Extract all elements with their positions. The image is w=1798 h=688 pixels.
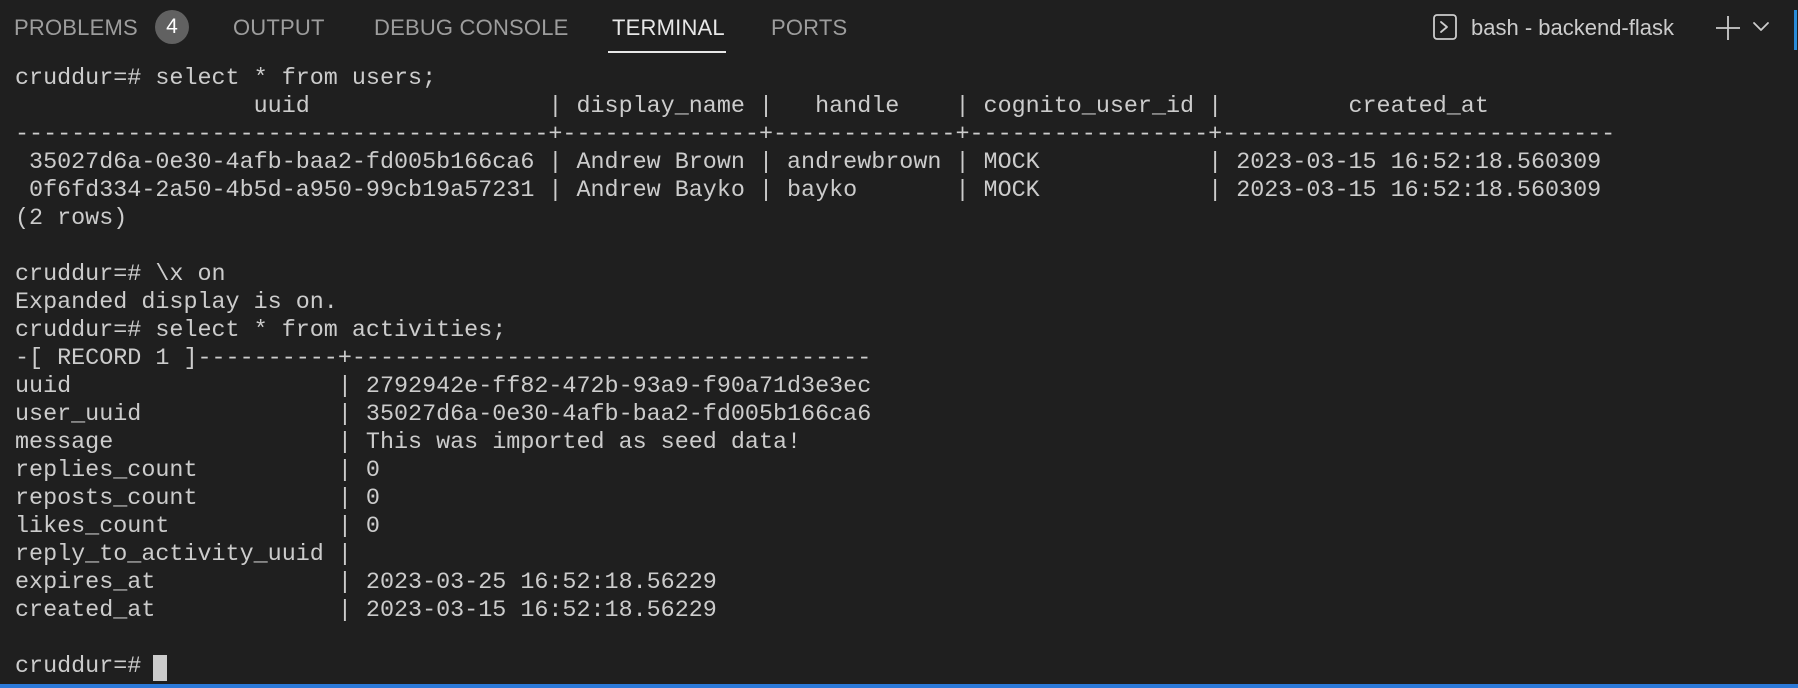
terminal-line: cruddur=# \x on — [15, 262, 226, 288]
terminal-line: Expanded display is on. — [15, 290, 338, 316]
tab-problems[interactable]: PROBLEMS — [14, 14, 138, 42]
terminal-prompt-line[interactable]: cruddur=# — [15, 653, 155, 681]
terminal-line: 35027d6a-0e30-4afb-baa2-fd005b166ca6 | A… — [15, 150, 1602, 176]
tab-terminal[interactable]: TERMINAL — [612, 14, 725, 42]
terminal-line: (2 rows) — [15, 206, 128, 232]
problems-count-badge: 4 — [155, 10, 189, 44]
terminal-icon[interactable] — [1433, 14, 1457, 40]
plus-icon[interactable] — [1713, 13, 1743, 43]
terminal-line: expires_at | 2023-03-25 16:52:18.56229 — [15, 570, 717, 596]
terminal-line: likes_count | 0 — [15, 514, 380, 540]
panel-bottom-border — [0, 684, 1798, 688]
terminal-line: replies_count | 0 — [15, 458, 380, 484]
terminal-selector-label[interactable]: bash - backend-flask — [1471, 14, 1674, 42]
terminal-line: uuid | display_name | handle | cognito_u… — [15, 94, 1489, 120]
terminal-line: cruddur=# select * from users; — [15, 66, 437, 92]
tab-debug-console[interactable]: DEBUG CONSOLE — [374, 14, 569, 42]
panel-edge-highlight — [1794, 10, 1797, 50]
terminal-line: cruddur=# select * from activities; — [15, 318, 507, 344]
terminal-line: -[ RECORD 1 ]----------+----------------… — [15, 346, 872, 372]
terminal-output[interactable]: cruddur=# select * from users; uuid | di… — [0, 60, 1798, 684]
terminal-line: user_uuid | 35027d6a-0e30-4afb-baa2-fd00… — [15, 402, 872, 428]
tab-output[interactable]: OUTPUT — [233, 14, 325, 42]
terminal-line: message | This was imported as seed data… — [15, 430, 802, 456]
terminal-line: uuid | 2792942e-ff82-472b-93a9-f90a71d3e… — [15, 374, 872, 400]
tab-ports[interactable]: PORTS — [771, 14, 847, 42]
active-tab-indicator — [608, 51, 726, 53]
terminal-line: created_at | 2023-03-15 16:52:18.56229 — [15, 598, 717, 624]
chevron-down-icon[interactable] — [1751, 19, 1771, 35]
panel-tab-bar: PROBLEMS 4 OUTPUT DEBUG CONSOLE TERMINAL… — [0, 0, 1798, 56]
terminal-line: --------------------------------------+-… — [15, 122, 1616, 148]
terminal-cursor — [153, 655, 167, 681]
terminal-line: 0f6fd334-2a50-4b5d-a950-99cb19a57231 | A… — [15, 178, 1602, 204]
terminal-line: reposts_count | 0 — [15, 486, 380, 512]
terminal-line: reply_to_activity_uuid | — [15, 542, 352, 568]
